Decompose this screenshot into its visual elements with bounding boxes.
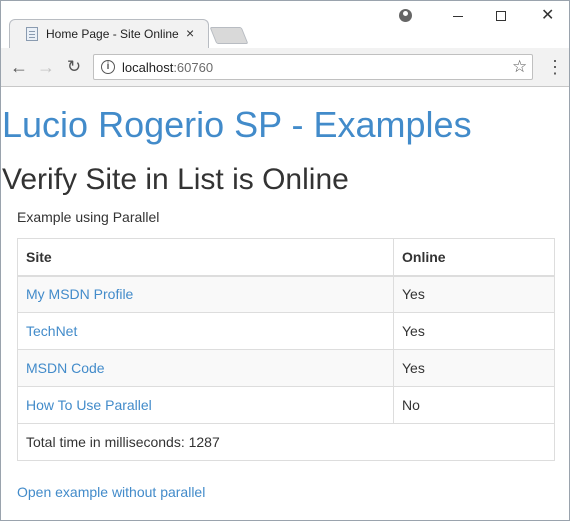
site-link[interactable]: MSDN Code — [26, 360, 105, 376]
table-row: My MSDN Profile Yes — [17, 275, 555, 313]
site-cell: How To Use Parallel — [17, 386, 394, 424]
page-favicon-icon — [26, 27, 38, 41]
site-title: Lucio Rogerio SP - Examples — [2, 104, 472, 145]
menu-icon[interactable]: ⋮ — [546, 56, 564, 78]
online-cell: Yes — [393, 312, 555, 350]
address-bar[interactable]: i localhost:60760 ☆ — [93, 54, 533, 80]
table-header-row: Site Online — [17, 238, 555, 277]
browser-window: Home Page - Site Online × ✕ ← → ↻ i loca… — [0, 0, 570, 521]
new-tab-button[interactable] — [209, 27, 249, 44]
table-row: How To Use Parallel No — [17, 386, 555, 424]
table-row: TechNet Yes — [17, 312, 555, 350]
site-link[interactable]: My MSDN Profile — [26, 286, 133, 302]
page-content: Lucio Rogerio SP - Examples Verify Site … — [1, 88, 569, 520]
maximize-icon[interactable] — [496, 11, 506, 21]
site-cell: MSDN Code — [17, 349, 394, 387]
forward-icon[interactable]: → — [35, 56, 57, 78]
page-heading: Verify Site in List is Online — [2, 163, 349, 196]
header-online: Online — [393, 238, 555, 277]
table-row: MSDN Code Yes — [17, 349, 555, 387]
profile-icon[interactable] — [399, 9, 412, 22]
reload-icon[interactable]: ↻ — [63, 56, 85, 78]
site-cell: My MSDN Profile — [17, 275, 394, 313]
header-site: Site — [17, 238, 394, 277]
url-port: :60760 — [173, 60, 214, 75]
online-cell: Yes — [393, 349, 555, 387]
open-without-parallel-link[interactable]: Open example without parallel — [17, 484, 205, 500]
browser-toolbar: ← → ↻ i localhost:60760 ☆ ⋮ — [1, 48, 569, 87]
tab-close-icon[interactable]: × — [186, 25, 194, 41]
close-window-icon[interactable]: ✕ — [541, 5, 554, 25]
site-link[interactable]: How To Use Parallel — [26, 397, 152, 413]
tab-strip: Home Page - Site Online × ✕ — [1, 1, 569, 48]
site-link[interactable]: TechNet — [26, 323, 77, 339]
minimize-icon[interactable] — [453, 16, 463, 17]
site-cell: TechNet — [17, 312, 394, 350]
back-icon[interactable]: ← — [8, 56, 30, 78]
total-time: Total time in milliseconds: 1287 — [17, 423, 555, 461]
bookmark-star-icon[interactable]: ☆ — [512, 57, 527, 77]
online-cell: Yes — [393, 275, 555, 313]
url-host: localhost — [122, 60, 174, 75]
url-text[interactable]: localhost:60760 — [122, 60, 213, 75]
tab-home-page[interactable]: Home Page - Site Online × — [9, 19, 209, 48]
info-icon[interactable]: i — [101, 60, 115, 74]
table-total-row: Total time in milliseconds: 1287 — [17, 423, 555, 461]
example-subtitle: Example using Parallel — [17, 209, 160, 225]
online-cell: No — [393, 386, 555, 424]
tab-title: Home Page - Site Online — [46, 27, 179, 41]
sites-table: Site Online My MSDN Profile Yes TechNet … — [17, 238, 555, 461]
